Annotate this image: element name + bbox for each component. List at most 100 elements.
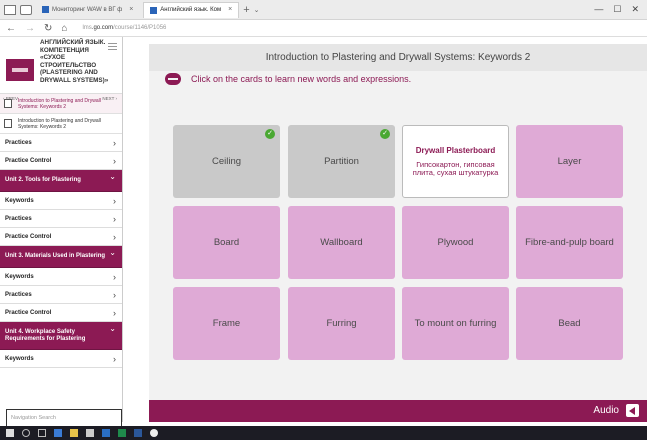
flashcard-drywall-plasterboard[interactable]: Drywall Plasterboard Гипсокартон, гипсов… — [402, 125, 509, 198]
tab-favicon-icon — [150, 6, 158, 14]
unit-label: Unit 2. Tools for Plastering — [5, 177, 81, 183]
refresh-icon[interactable]: ↻ — [44, 23, 52, 34]
sidebar-item-practice-control[interactable]: Practice Control › — [0, 152, 122, 170]
sidebar-item-label: Practices — [5, 291, 32, 298]
chevron-right-icon: › — [113, 271, 116, 282]
store-icon[interactable] — [86, 429, 94, 437]
flashcard-fibre-and-pulp-board[interactable]: Fibre-and-pulp board — [516, 206, 623, 279]
close-window-button[interactable]: ✕ — [631, 4, 639, 15]
sidebar-item-keywords[interactable]: Keywords › — [0, 268, 122, 286]
chevron-right-icon: › — [113, 137, 116, 148]
browser-tab-english[interactable]: Английский язык. Ком × — [143, 1, 240, 18]
tab-dropdown-icon[interactable]: ⌄ — [254, 6, 260, 14]
instruction-row: Click on the cards to learn new words an… — [165, 73, 411, 85]
minimize-button[interactable]: — — [594, 4, 603, 15]
tab-close-icon[interactable]: × — [228, 3, 232, 18]
tab-favicon-icon — [42, 6, 49, 13]
flashcard-furring[interactable]: Furring — [288, 287, 395, 360]
card-translation: Гипсокартон, гипсовая плита, сухая штука… — [412, 159, 499, 177]
sidebar-item-label: Keywords — [5, 197, 34, 204]
document-icon — [4, 119, 12, 128]
forward-icon[interactable]: → — [25, 23, 35, 34]
flashcard-wallboard[interactable]: Wallboard — [288, 206, 395, 279]
speech-bubble-icon — [165, 73, 181, 85]
navigation-search-input[interactable]: Navigation Search — [6, 409, 122, 427]
browser-tab-monitoring[interactable]: Мониторинг WAW в ВГ ф × — [36, 2, 139, 18]
window-menu-icon[interactable] — [4, 4, 16, 15]
excel-icon[interactable] — [118, 429, 126, 437]
card-label: Fibre-and-pulp board — [525, 237, 614, 248]
sidebar-item-practice-control[interactable]: Practice Control › — [0, 304, 122, 322]
next-button[interactable]: NEXT › — [102, 96, 117, 101]
maximize-button[interactable]: ☐ — [613, 4, 621, 15]
card-label: Frame — [212, 318, 241, 329]
chevron-right-icon: › — [113, 155, 116, 166]
flashcard-frame[interactable]: Frame — [173, 287, 280, 360]
sidebar-item-label: Practices — [5, 215, 32, 222]
unit-label: Unit 3. Materials Used in Plastering — [5, 253, 106, 259]
tab-switcher-icon[interactable] — [20, 4, 32, 15]
chevron-right-icon: › — [113, 353, 116, 364]
chevron-right-icon: › — [113, 213, 116, 224]
check-icon: ✓ — [380, 129, 390, 139]
flashcard-board[interactable]: Board — [173, 206, 280, 279]
audio-label: Audio — [593, 405, 619, 416]
chrome-icon[interactable] — [150, 429, 158, 437]
edge-browser-icon[interactable] — [54, 429, 62, 437]
word-icon[interactable] — [134, 429, 142, 437]
hamburger-menu-icon[interactable] — [108, 43, 117, 50]
sidebar-unit-3[interactable]: Unit 3. Materials Used in Plastering ⌄ — [0, 246, 122, 268]
card-label: Ceiling — [211, 156, 242, 167]
prev-button[interactable]: ‹ PREV — [3, 96, 18, 101]
flashcard-to-mount-on-furring[interactable]: To mount on furring — [402, 287, 509, 360]
back-icon[interactable]: ← — [6, 23, 16, 34]
card-label: Furring — [326, 318, 357, 329]
sidebar-item-practices[interactable]: Practices › — [0, 286, 122, 304]
course-thumbnail — [6, 59, 34, 81]
tab-label: Английский язык. Ком — [160, 7, 222, 13]
flashcard-partition[interactable]: Partition ✓ — [288, 125, 395, 198]
chevron-right-icon: › — [113, 195, 116, 206]
task-view-icon[interactable] — [38, 429, 46, 437]
flashcard-layer[interactable]: Layer — [516, 125, 623, 198]
mail-icon[interactable] — [102, 429, 110, 437]
url-field[interactable]: lms.go.com/course/1146/P1056 — [82, 25, 166, 31]
main-content: Introduction to Plastering and Drywall S… — [149, 44, 647, 422]
card-label: Drywall Plasterboard — [415, 145, 496, 155]
sidebar-item-label: Keywords — [5, 355, 34, 362]
sidebar-item-label: Keywords — [5, 273, 34, 280]
sidebar-item-keywords[interactable]: Keywords › — [0, 350, 122, 368]
file-explorer-icon[interactable] — [70, 429, 78, 437]
lesson-label: Introduction to Plastering and Drywall S… — [18, 117, 101, 130]
chevron-down-icon: ⌄ — [109, 324, 116, 333]
instruction-text: Click on the cards to learn new words an… — [191, 74, 412, 84]
flashcard-plywood[interactable]: Plywood — [402, 206, 509, 279]
tab-close-icon[interactable]: × — [129, 2, 133, 18]
sidebar-unit-2[interactable]: Unit 2. Tools for Plastering ⌄ — [0, 170, 122, 192]
chevron-right-icon: › — [113, 231, 116, 242]
sidebar-item-practices[interactable]: Practices › — [0, 210, 122, 228]
sidebar-unit-4[interactable]: Unit 4. Workplace Safety Requirements fo… — [0, 322, 122, 350]
card-label: Bead — [558, 318, 581, 329]
card-label: Board — [213, 237, 240, 248]
search-icon[interactable] — [22, 429, 30, 437]
card-label: Plywood — [437, 237, 474, 248]
flashcard-ceiling[interactable]: Ceiling ✓ — [173, 125, 280, 198]
card-label: To mount on furring — [414, 318, 497, 329]
sidebar-item-practices[interactable]: Practices › — [0, 134, 122, 152]
sidebar-item-keywords[interactable]: Keywords › — [0, 192, 122, 210]
audio-icon[interactable] — [626, 404, 639, 417]
card-label: Wallboard — [320, 237, 363, 248]
card-label: Layer — [557, 156, 582, 167]
sidebar-item-practice-control[interactable]: Practice Control › — [0, 228, 122, 246]
home-icon[interactable]: ⌂ — [61, 23, 67, 34]
new-tab-button[interactable]: + — [243, 4, 249, 16]
course-header: АНГЛИЙСКИЙ ЯЗЫК. КОМПЕТЕНЦИЯ «СУХОЕ СТРО… — [0, 37, 122, 101]
sidebar-item-label: Practice Control — [5, 157, 52, 164]
taskbar — [0, 426, 647, 440]
lesson-item[interactable]: Introduction to Plastering and Drywall S… — [0, 114, 122, 134]
check-icon: ✓ — [265, 129, 275, 139]
flashcard-bead[interactable]: Bead — [516, 287, 623, 360]
windows-start-icon[interactable] — [6, 429, 14, 437]
bottom-bar: Audio — [149, 400, 647, 422]
